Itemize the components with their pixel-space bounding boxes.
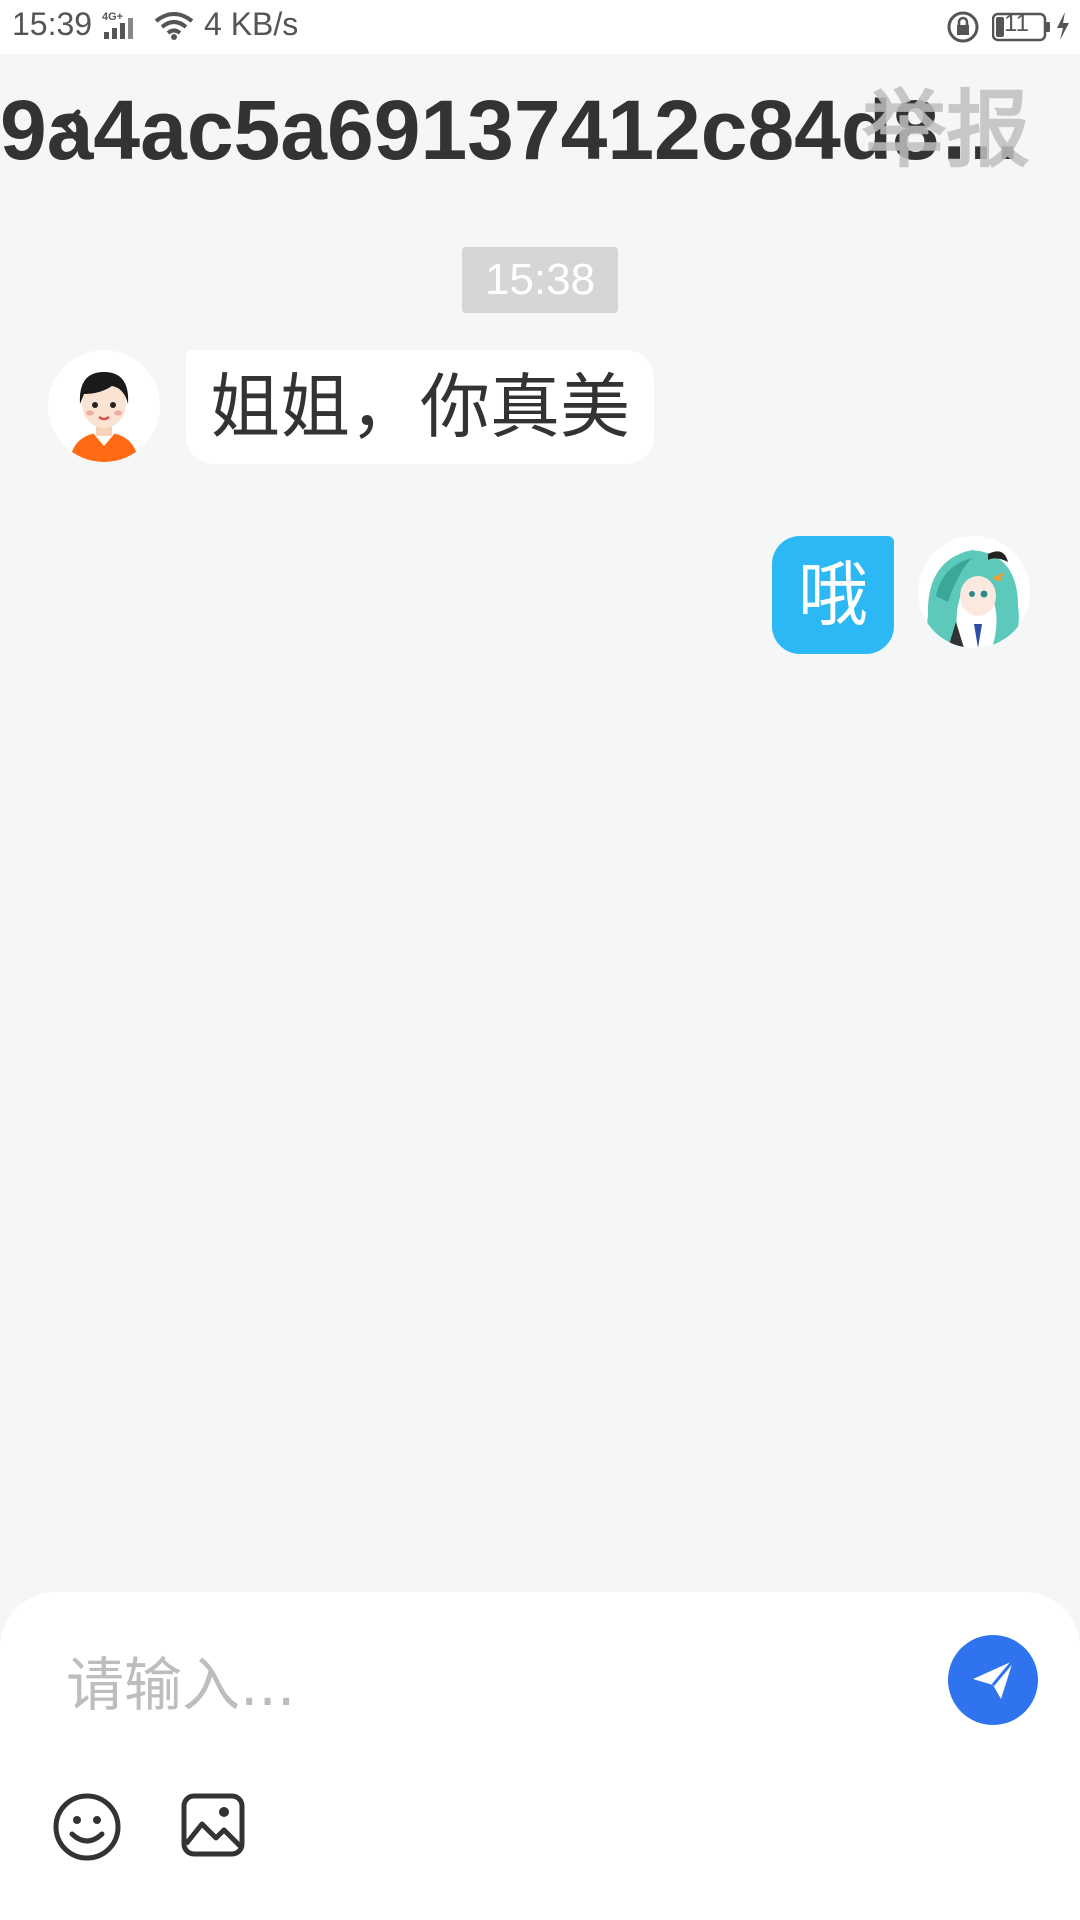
status-bar: 15:39 4G+ 4 KB/s 11 (0, 0, 1080, 54)
sent-message-bubble[interactable]: 哦 (772, 536, 894, 654)
received-message-bubble[interactable]: 姐姐，你真美 (186, 350, 654, 464)
image-icon (181, 1793, 245, 1857)
report-button[interactable]: 举报 (862, 82, 1030, 178)
user-avatar-icon (918, 536, 1030, 648)
chat-header: 9a4ac5a69137412c84d8b... 举报 (0, 54, 1080, 194)
rotation-lock-icon (946, 10, 980, 49)
send-button[interactable] (948, 1635, 1038, 1725)
emoji-icon (53, 1793, 121, 1861)
avatar[interactable] (918, 536, 1030, 648)
status-time: 15:39 (12, 6, 93, 42)
message-composer (0, 1592, 1080, 1920)
message-text: 姐姐，你真美 (210, 366, 630, 448)
signal-icon: 4G+ (102, 10, 146, 45)
battery-level: 11 (1004, 10, 1029, 37)
image-button[interactable] (180, 1792, 246, 1858)
message-input[interactable] (64, 1640, 898, 1730)
wifi-icon (154, 12, 194, 45)
emoji-button[interactable] (52, 1792, 122, 1862)
send-icon (973, 1660, 1015, 1699)
contact-avatar-icon (48, 350, 160, 462)
avatar[interactable] (48, 350, 160, 462)
svg-text:4G+: 4G+ (102, 11, 123, 23)
network-speed: 4 KB/s (204, 6, 299, 42)
charging-icon (1054, 11, 1072, 46)
message-text: 哦 (798, 554, 868, 636)
message-timestamp: 15:38 (462, 247, 618, 313)
